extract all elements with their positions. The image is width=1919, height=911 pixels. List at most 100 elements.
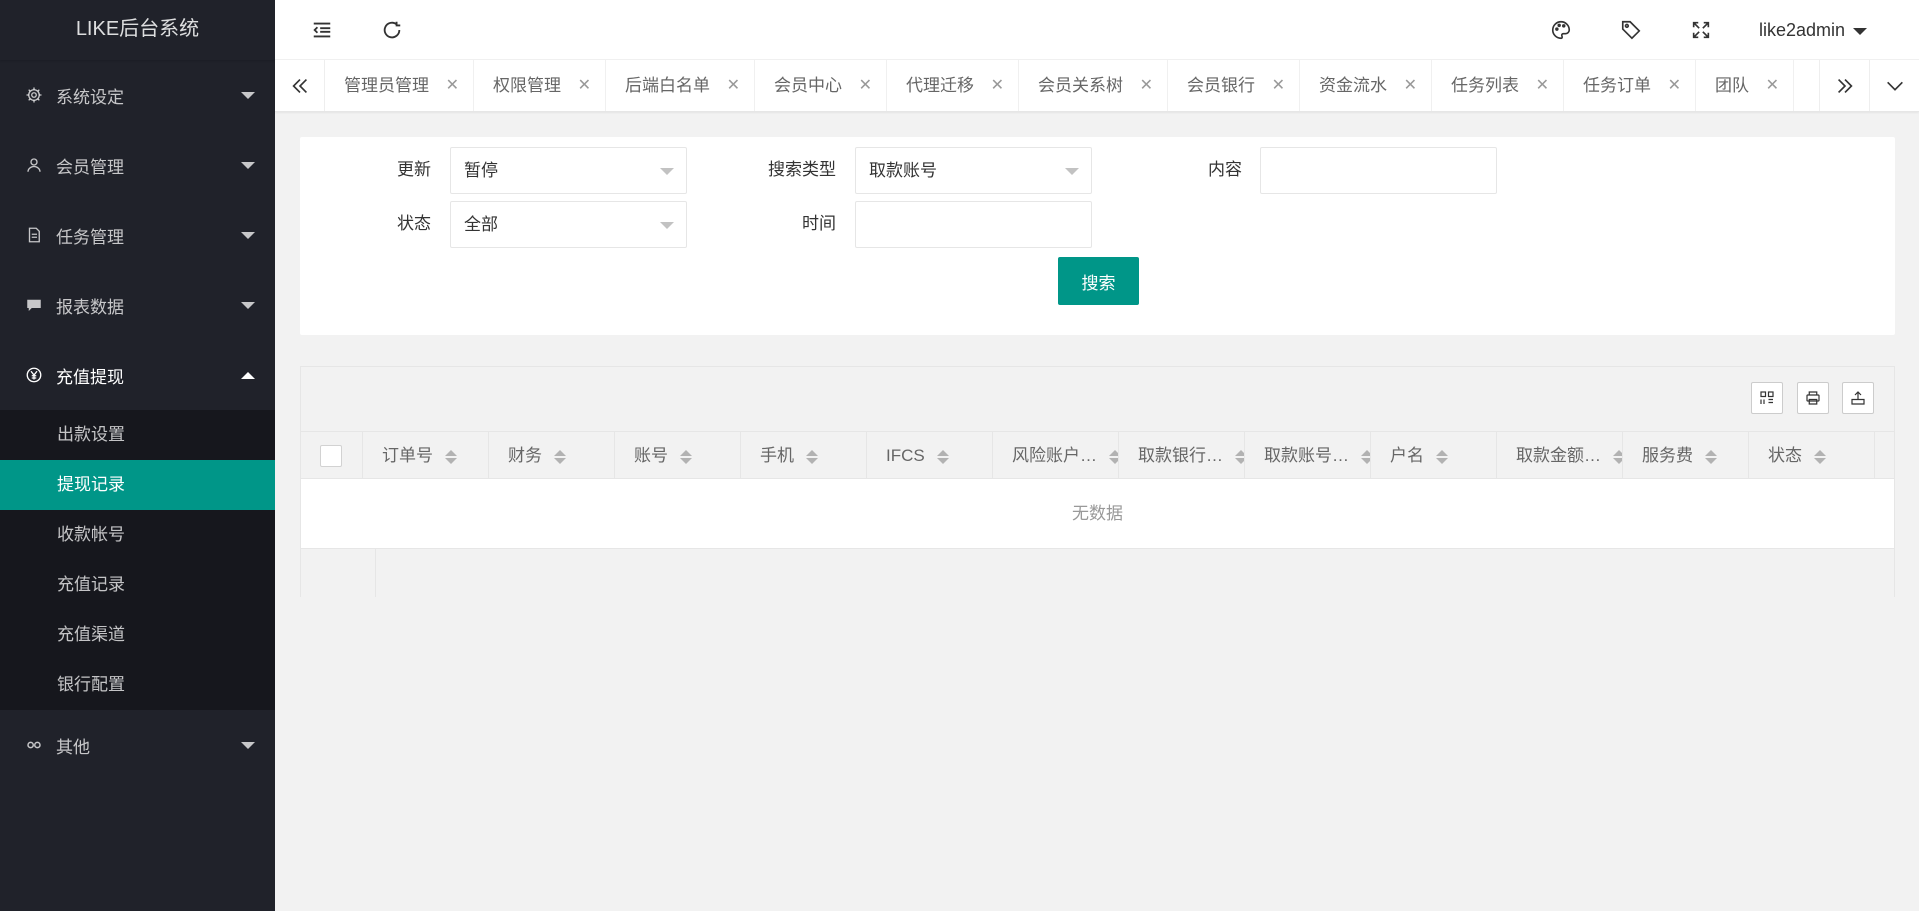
data-table: 订单号 财务 账号 手机 IFCS 风险账户… 取款银行… 取款账号… 户名 取… [300, 366, 1895, 597]
column-header-label: 户名 [1390, 446, 1424, 465]
column-header[interactable]: 风险账户… [993, 432, 1119, 478]
export-button[interactable] [1842, 382, 1874, 414]
tab-member-tree[interactable]: 会员关系树 ✕ [1019, 60, 1168, 111]
close-icon[interactable]: ✕ [1536, 60, 1549, 111]
column-header[interactable]: 手机 [741, 432, 867, 478]
column-header[interactable]: IFCS [867, 432, 993, 478]
sort-icon[interactable] [936, 449, 949, 464]
tab-backend-whitelist[interactable]: 后端白名单 ✕ [606, 60, 755, 111]
tabs-menu-button[interactable] [1869, 60, 1919, 111]
refresh-button[interactable] [362, 0, 422, 60]
columns-filter-button[interactable] [1751, 382, 1783, 414]
column-header-label: 取款银行… [1138, 446, 1223, 465]
column-header[interactable]: 户名 [1371, 432, 1497, 478]
close-icon[interactable]: ✕ [578, 60, 591, 111]
column-header[interactable]: 服务费 [1623, 432, 1749, 478]
user-menu[interactable]: like2admin [1759, 0, 1867, 60]
sidebar-item-other[interactable]: 其他 [0, 710, 275, 780]
sidebar-item-reports[interactable]: 报表数据 [0, 270, 275, 340]
submenu-item-bank-config[interactable]: 银行配置 [0, 660, 275, 710]
theme-button[interactable] [1531, 0, 1591, 60]
close-icon[interactable]: ✕ [1272, 60, 1285, 111]
page-tabs: 管理员管理 ✕ 权限管理 ✕ 后端白名单 ✕ 会员中心 ✕ 代理迁移 ✕ 会员关系树 ✕ 会… [275, 60, 1919, 112]
print-button[interactable] [1797, 382, 1829, 414]
export-icon [1851, 391, 1865, 405]
sidebar-item-system-settings[interactable]: 系统设定 [0, 60, 275, 130]
close-icon[interactable]: ✕ [1766, 60, 1779, 111]
menu-toggle-button[interactable] [292, 0, 352, 60]
table-header: 订单号 财务 账号 手机 IFCS 风险账户… 取款银行… 取款账号… 户名 取… [301, 431, 1894, 479]
column-header[interactable]: 财务 [489, 432, 615, 478]
tab-member-center[interactable]: 会员中心 ✕ [755, 60, 887, 111]
sort-icon[interactable] [1814, 449, 1826, 464]
file-icon [24, 225, 44, 245]
close-icon[interactable]: ✕ [991, 60, 1004, 111]
column-header-label: 账号 [634, 446, 668, 465]
sidebar-item-recharge-withdraw[interactable]: 充值提现 [0, 340, 275, 410]
submenu-item-withdraw-records[interactable]: 提现记录 [0, 460, 275, 510]
sort-icon[interactable] [806, 449, 818, 464]
submenu-item-recharge-channels[interactable]: 充值渠道 [0, 610, 275, 660]
sort-icon[interactable] [680, 449, 692, 464]
column-header[interactable]: 取款金额… [1497, 432, 1623, 478]
column-header[interactable]: 取款银行… [1119, 432, 1245, 478]
submenu-item-payout-settings[interactable]: 出款设置 [0, 410, 275, 460]
submenu: 出款设置 提现记录 收款帐号 充值记录 充值渠道 银行配置 [0, 410, 275, 710]
tab-team[interactable]: 团队 ✕ [1696, 60, 1794, 111]
column-header[interactable]: 订单号 [363, 432, 489, 478]
column-header[interactable]: 状态 [1749, 432, 1875, 478]
close-icon[interactable]: ✕ [1140, 60, 1153, 111]
search-button[interactable]: 搜索 [1058, 257, 1139, 305]
tab-permission-management[interactable]: 权限管理 ✕ [474, 60, 606, 111]
tab-task-list[interactable]: 任务列表 ✕ [1432, 60, 1564, 111]
column-header[interactable]: 账号 [615, 432, 741, 478]
tab-task-orders[interactable]: 任务订单 ✕ [1564, 60, 1696, 111]
tab-list: 管理员管理 ✕ 权限管理 ✕ 后端白名单 ✕ 会员中心 ✕ 代理迁移 ✕ 会员关系树 ✕ 会… [325, 60, 1794, 111]
close-icon[interactable]: ✕ [446, 60, 459, 111]
search-type-select[interactable]: 取款账号 [855, 147, 1092, 194]
sort-icon[interactable] [554, 449, 566, 464]
tab-admin-management[interactable]: 管理员管理 ✕ [325, 60, 474, 111]
submenu-item-receive-accounts[interactable]: 收款帐号 [0, 510, 275, 560]
chevron-down-icon [241, 232, 255, 239]
tabs-scroll-left-button[interactable] [275, 60, 325, 111]
sidebar-item-tasks[interactable]: 任务管理 [0, 200, 275, 270]
fullscreen-button[interactable] [1671, 0, 1731, 60]
grid-icon [1760, 391, 1774, 404]
select-all-checkbox[interactable] [320, 445, 342, 467]
tag-button[interactable] [1601, 0, 1661, 60]
sort-icon[interactable] [1235, 449, 1244, 464]
sort-icon[interactable] [1109, 449, 1118, 464]
column-header[interactable]: 取款账号… [1245, 432, 1371, 478]
sort-icon[interactable] [1705, 449, 1717, 464]
status-select[interactable]: 全部 [450, 201, 687, 248]
close-icon[interactable]: ✕ [859, 60, 872, 111]
content-input[interactable] [1260, 147, 1497, 194]
close-icon[interactable]: ✕ [1668, 60, 1681, 111]
update-select[interactable]: 暂停 [450, 147, 687, 194]
tab-label: 后端白名单 [625, 76, 710, 95]
time-input[interactable] [855, 201, 1092, 248]
tab-member-bank[interactable]: 会员银行 ✕ [1168, 60, 1300, 111]
tab-agent-migration[interactable]: 代理迁移 ✕ [887, 60, 1019, 111]
tab-label: 会员银行 [1187, 76, 1255, 95]
sidebar-item-members[interactable]: 会员管理 [0, 130, 275, 200]
close-icon[interactable]: ✕ [1404, 60, 1417, 111]
sort-icon[interactable] [445, 449, 457, 464]
yen-icon [24, 365, 44, 385]
sort-icon[interactable] [1613, 449, 1622, 464]
search-type-label: 搜索类型 [768, 160, 836, 179]
app-logo[interactable]: LIKE后台系统 [0, 0, 275, 60]
tab-label: 会员关系树 [1038, 76, 1123, 95]
tabs-scroll-right-button[interactable] [1819, 60, 1869, 111]
time-label: 时间 [802, 214, 836, 233]
chevron-up-icon [241, 372, 255, 379]
sidebar-item-label: 会员管理 [56, 157, 124, 177]
tab-label: 代理迁移 [906, 76, 974, 95]
username: like2admin [1758, 20, 1845, 40]
sort-icon[interactable] [1361, 449, 1370, 464]
sort-icon[interactable] [1436, 449, 1448, 464]
close-icon[interactable]: ✕ [727, 60, 740, 111]
tab-fund-flow[interactable]: 资金流水 ✕ [1300, 60, 1432, 111]
submenu-item-recharge-records[interactable]: 充值记录 [0, 560, 275, 610]
